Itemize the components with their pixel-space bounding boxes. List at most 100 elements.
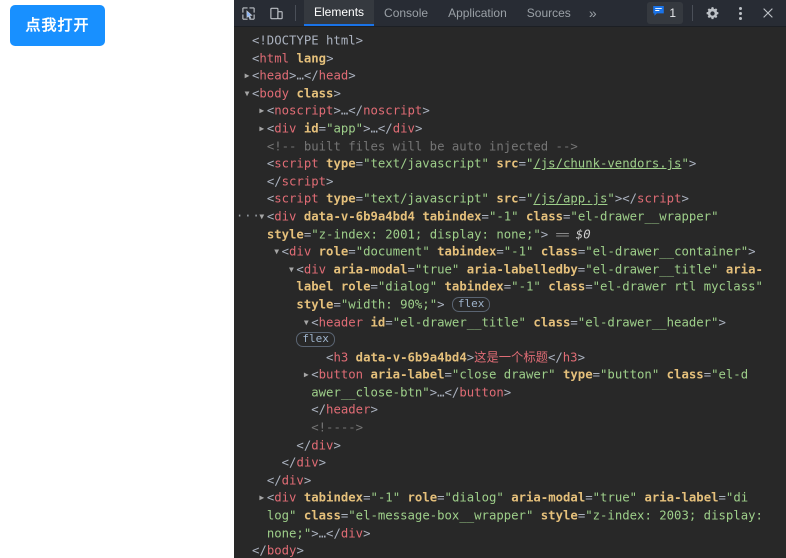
dom-tree-line[interactable]: ▼ <div aria-modal="true" aria-labelledby=… <box>234 261 786 279</box>
twisty-placeholder <box>316 349 326 367</box>
tab-sources[interactable]: Sources <box>517 0 581 26</box>
dom-token-punc: </ <box>326 525 341 540</box>
dom-tree-line[interactable]: ▶ <div tabindex="-1" role="dialog" aria-m… <box>234 489 786 507</box>
screen-root: 点我打开 Elements Console Application Source… <box>0 0 786 558</box>
dom-tree-line[interactable]: <script type="text/javascript" src="/js/… <box>234 190 786 208</box>
tab-console[interactable]: Console <box>374 0 438 26</box>
dom-token-punc: = <box>370 279 378 294</box>
twisty-placeholder <box>301 384 311 402</box>
dom-token-punc: < <box>311 367 319 382</box>
dom-token-attr: label <box>296 279 334 294</box>
twisty-placeholder <box>286 437 296 455</box>
dom-token-punc <box>400 491 407 505</box>
dom-token-punc: > <box>503 385 512 400</box>
expand-triangle-icon[interactable]: ▶ <box>257 489 267 507</box>
more-options-icon[interactable] <box>726 6 754 20</box>
dom-tree-line[interactable]: <h3 data-v-6b9a4bd4>这是一个标题</h3> <box>234 349 786 367</box>
dom-token-val: "dialog" <box>444 490 504 505</box>
dom-token-punc: > <box>414 121 423 136</box>
dom-tree-line[interactable]: <html lang> <box>234 50 786 68</box>
dom-tree-line[interactable]: </script> <box>234 173 786 191</box>
close-icon[interactable] <box>754 6 782 20</box>
dom-token-punc <box>718 262 725 276</box>
expand-triangle-icon[interactable]: ▶ <box>242 67 252 85</box>
dom-token-val: "el-d <box>711 367 749 382</box>
dom-tree-line[interactable]: ▶ <button aria-label="close drawer" type=… <box>234 366 786 384</box>
dom-tree-line[interactable]: </body> <box>234 542 786 558</box>
dom-tree-line[interactable]: label role="dialog" tabindex="-1" class=… <box>234 278 786 296</box>
dom-tree-line[interactable]: ▼ <header id="el-drawer__title" class="el… <box>234 314 786 332</box>
more-tabs-button[interactable]: » <box>581 0 605 26</box>
dom-token-tag: script <box>274 156 319 171</box>
expand-triangle-icon[interactable]: ▶ <box>301 366 311 384</box>
dom-token-punc: = <box>481 209 489 224</box>
collapse-triangle-icon[interactable]: ▼ <box>286 261 296 279</box>
dom-token-punc <box>311 244 318 258</box>
dom-tree-line[interactable]: ··· ▼ <div data-v-6b9a4bd4 tabindex="-1" … <box>234 208 786 226</box>
dom-tree-line[interactable]: <script type="text/javascript" src="/js/… <box>234 155 786 173</box>
dom-token-punc: = <box>437 490 445 505</box>
dom-token-punc: = <box>703 367 712 382</box>
dom-token-link[interactable]: /js/app.js <box>533 192 607 206</box>
dom-token-val: "-1" <box>511 279 541 294</box>
dom-token-punc: > <box>333 86 341 101</box>
dom-token-link[interactable]: /js/chunk-vendors.js <box>533 156 681 170</box>
collapse-triangle-icon[interactable]: ▼ <box>301 314 311 332</box>
dom-tree-line[interactable]: flex <box>234 331 786 349</box>
dom-tree-view[interactable]: <!DOCTYPE html> <html lang> ▶ <head>…</hea… <box>234 27 786 558</box>
dom-tree-line[interactable]: </div> <box>234 437 786 455</box>
collapse-triangle-icon[interactable]: ▼ <box>272 243 282 261</box>
dom-tree-line[interactable]: style="width: 90%;"> flex <box>234 296 786 314</box>
twisty-placeholder <box>286 296 296 314</box>
dom-tree-line[interactable]: log" class="el-message-box__wrapper" sty… <box>234 507 786 525</box>
dom-token-attr: class <box>548 279 586 294</box>
inspect-element-icon[interactable] <box>234 0 262 26</box>
collapse-triangle-icon[interactable]: ▼ <box>242 85 252 103</box>
dom-token-punc: > <box>311 525 319 540</box>
dom-token-punc: > <box>303 473 312 488</box>
dom-token-attr: data-v-6b9a4bd4 <box>355 349 467 364</box>
dom-token-val: "el-drawer rtl myclass" <box>592 279 763 294</box>
line-overflow-marker[interactable]: ··· <box>236 208 261 226</box>
dom-tree-line[interactable]: ▼ <body class> <box>234 85 786 103</box>
dom-tree-line[interactable]: <!DOCTYPE html> <box>234 32 786 50</box>
dom-token-punc: > <box>333 437 341 452</box>
dom-token-tag: body <box>266 543 297 558</box>
dom-token-punc: < <box>281 244 290 259</box>
tab-application[interactable]: Application <box>438 0 517 26</box>
open-drawer-button[interactable]: 点我打开 <box>10 5 105 46</box>
twisty-placeholder <box>257 525 267 543</box>
dom-token-punc <box>533 508 540 522</box>
dom-tree-line[interactable]: ▶ <noscript>…</noscript> <box>234 102 786 120</box>
dom-tree-line[interactable]: none;">…</div> <box>234 525 786 543</box>
dom-token-tag: h3 <box>333 349 349 364</box>
dom-token-attr: class <box>533 314 571 329</box>
twisty-placeholder <box>257 155 267 173</box>
dom-tree-line[interactable]: style="z-index: 2001; display: none;"> =… <box>234 226 786 244</box>
dom-tree-line[interactable]: ▶ <head>…</head> <box>234 67 786 85</box>
device-toolbar-icon[interactable] <box>262 0 290 26</box>
settings-gear-icon[interactable] <box>698 6 726 21</box>
dom-tree-line[interactable]: ▼ <div role="document" tabindex="-1" clas… <box>234 243 786 261</box>
message-count-badge[interactable]: 1 <box>647 2 683 24</box>
flex-badge[interactable]: flex <box>296 332 335 348</box>
dom-token-tag: div <box>274 490 297 505</box>
dom-tree-line[interactable]: </div> <box>234 472 786 490</box>
dom-tree-line[interactable]: </header> <box>234 401 786 419</box>
dom-tree-line[interactable]: <!-- built files will be auto injected -… <box>234 138 786 156</box>
dom-tree-line[interactable]: <!----> <box>234 419 786 437</box>
dom-token-punc: > <box>318 455 327 470</box>
dom-token-punc: > <box>429 385 438 400</box>
dom-token-attr: class <box>303 508 341 523</box>
dom-tree-line[interactable]: awer__close-btn">…</button> <box>234 384 786 402</box>
dom-token-punc: = <box>318 121 327 136</box>
dom-tree-line[interactable]: </div> <box>234 454 786 472</box>
flex-badge[interactable]: flex <box>451 297 491 313</box>
dom-tree-line[interactable]: ▶ <div id="app">…</div> <box>234 120 786 138</box>
expand-triangle-icon[interactable]: ▶ <box>257 102 267 120</box>
expand-triangle-icon[interactable]: ▶ <box>257 120 267 138</box>
twisty-placeholder <box>301 401 311 419</box>
tab-elements[interactable]: Elements <box>304 0 375 26</box>
